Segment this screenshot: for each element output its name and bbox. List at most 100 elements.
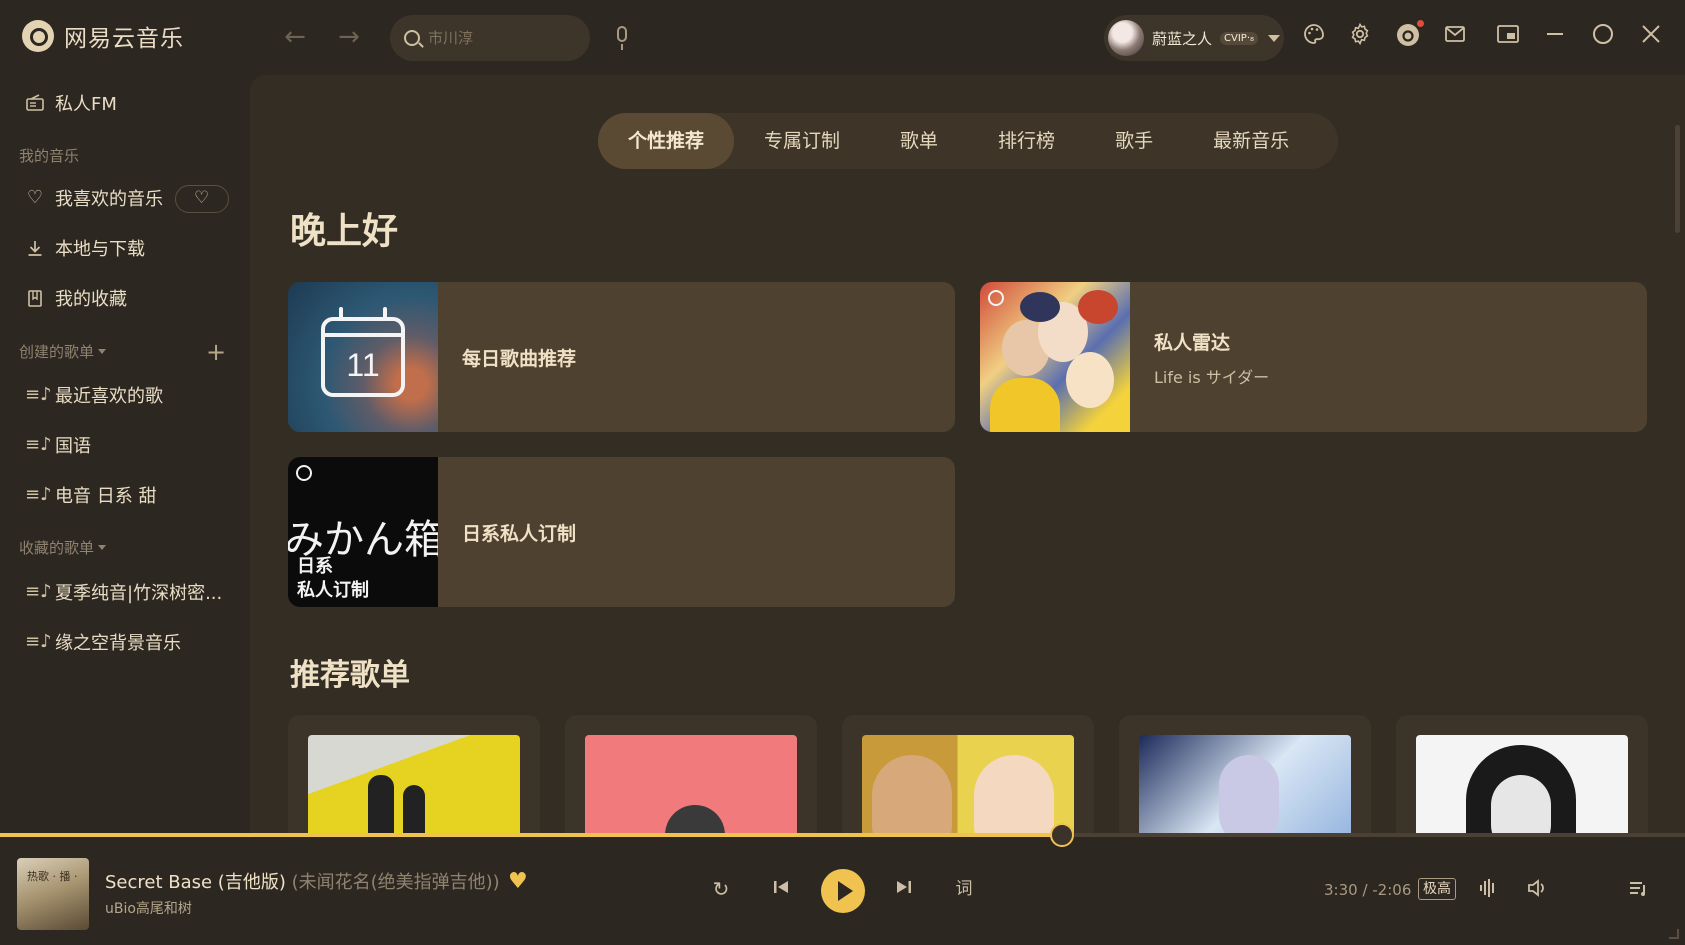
user-name: 蔚蓝之人 <box>1152 29 1213 48</box>
playback-time: 3:30 / -2:06 <box>1324 881 1412 899</box>
playlist-cover <box>862 735 1074 833</box>
sidebar-item-label: 我喜欢的音乐 <box>55 189 163 210</box>
volume-icon[interactable] <box>1524 877 1550 904</box>
playlist-cover <box>585 735 797 833</box>
arrow-right-icon[interactable]: → <box>334 22 364 52</box>
palette-icon[interactable] <box>1300 22 1328 50</box>
next-icon[interactable] <box>891 877 917 902</box>
calendar-ring <box>339 307 343 321</box>
sidebar-item-label: 国语 <box>55 436 91 457</box>
now-playing-cover[interactable]: 热歌 · 播 · <box>17 858 89 930</box>
sidebar-item-label: 缘之空背景音乐 <box>55 633 181 654</box>
close-icon[interactable] <box>1637 22 1665 50</box>
download-icon <box>25 238 45 258</box>
section-label: 创建的歌单 <box>19 343 95 361</box>
quality-button[interactable]: 极高 <box>1418 878 1456 900</box>
mic-stand <box>621 44 623 50</box>
main-content: 个性推荐 专属订制 歌单 排行榜 歌手 最新音乐 晚上好 11 每日歌曲推荐 私… <box>250 75 1685 833</box>
cover-art-shape <box>872 755 952 833</box>
sidebar-item-liked[interactable]: ♡ 我喜欢的音乐 <box>25 183 163 213</box>
search-icon <box>404 30 420 46</box>
sidebar-playlist-item[interactable]: ≡♪ 缘之空背景音乐 <box>25 627 181 657</box>
cover-art-shape <box>1078 290 1118 324</box>
mini-player-icon[interactable] <box>1494 22 1522 50</box>
repeat-icon[interactable]: ↻ <box>708 877 734 901</box>
progress-handle[interactable] <box>1050 823 1074 847</box>
card-title: 日系私人订制 <box>462 523 577 545</box>
sidebar-playlist-item[interactable]: ≡♪ 国语 <box>25 430 91 460</box>
search-input[interactable] <box>428 29 568 47</box>
previous-icon[interactable] <box>768 877 794 902</box>
playlist-icon: ≡♪ <box>25 484 52 505</box>
song-artist[interactable]: uBio高尾和树 <box>105 898 192 918</box>
avatar[interactable] <box>1108 20 1144 56</box>
sidebar-item-label: 我的收藏 <box>55 289 127 310</box>
microphone-icon[interactable] <box>612 24 632 52</box>
vip-badge: CVIP·₈ <box>1220 31 1259 45</box>
sidebar-item-fm[interactable]: 私人FM <box>25 88 117 118</box>
sidebar-item-collection[interactable]: 我的收藏 <box>25 283 127 313</box>
japanese-custom-cover: みかん箱 日系 私人订制 <box>288 457 438 607</box>
greeting-title: 晚上好 <box>290 211 399 252</box>
maximize-icon[interactable] <box>1589 22 1617 50</box>
private-radar-card[interactable]: 私人雷达 Life is サイダー <box>980 282 1647 432</box>
user-menu[interactable]: 蔚蓝之人 CVIP·₈ <box>1104 15 1284 61</box>
calendar-day: 11 <box>346 347 380 383</box>
progress-bar[interactable] <box>0 823 1685 847</box>
daily-recommend-card[interactable]: 11 每日歌曲推荐 <box>288 282 955 432</box>
tab-exclusive[interactable]: 专属订制 <box>734 113 870 169</box>
netease-logo-icon <box>22 20 54 52</box>
minimize-icon[interactable] <box>1541 22 1569 50</box>
sidebar-playlist-item[interactable]: ≡♪ 最近喜欢的歌 <box>25 380 163 410</box>
tab-artists[interactable]: 歌手 <box>1085 113 1183 169</box>
created-playlists-section[interactable]: 创建的歌单 <box>19 341 107 362</box>
playlist-card[interactable] <box>842 715 1094 833</box>
play-button[interactable] <box>821 869 865 913</box>
cover-art-shape <box>974 755 1054 833</box>
playlist-card[interactable] <box>1396 715 1648 833</box>
chevron-down-icon[interactable] <box>1268 34 1281 42</box>
cover-art-shape <box>1491 775 1551 833</box>
playlist-queue-icon[interactable] <box>1625 877 1651 904</box>
cover-art-shape <box>368 775 394 833</box>
playlist-card[interactable] <box>288 715 540 833</box>
tab-recommend[interactable]: 个性推荐 <box>598 113 735 169</box>
cover-art-shape <box>665 805 725 833</box>
heartbeat-mode-button[interactable] <box>175 185 229 213</box>
tab-new-music[interactable]: 最新音乐 <box>1183 113 1319 169</box>
tab-playlists[interactable]: 歌单 <box>870 113 968 169</box>
japanese-custom-card[interactable]: みかん箱 日系 私人订制 日系私人订制 <box>288 457 955 607</box>
playlist-card[interactable] <box>565 715 817 833</box>
gear-icon[interactable] <box>1346 22 1374 50</box>
notification-dot <box>1417 20 1424 27</box>
section-label: 收藏的歌单 <box>19 539 95 557</box>
search-box[interactable] <box>390 15 590 61</box>
app-logo[interactable]: 网易云音乐 <box>22 19 184 53</box>
card-subtitle: Life is サイダー <box>1154 368 1270 387</box>
cover-art-shape <box>1219 755 1279 833</box>
collected-playlists-section[interactable]: 收藏的歌单 <box>19 537 107 558</box>
sidebar-item-download[interactable]: 本地与下载 <box>25 233 145 263</box>
netease-coin-icon[interactable] <box>1394 20 1424 50</box>
heart-filled-icon[interactable]: ♥ <box>508 869 528 894</box>
tab-charts[interactable]: 排行榜 <box>968 113 1085 169</box>
mic-head <box>617 26 627 42</box>
cover-art-shape <box>1066 352 1114 408</box>
resize-grip[interactable] <box>1669 929 1679 939</box>
scrollbar[interactable] <box>1675 125 1680 233</box>
cover-text: 热歌 · 播 · <box>27 870 78 883</box>
lyrics-button[interactable]: 词 <box>951 877 977 901</box>
add-playlist-icon[interactable]: + <box>206 340 226 364</box>
cover-art-shape <box>990 378 1060 432</box>
chevron-down-icon <box>98 349 107 354</box>
song-title-line[interactable]: Secret Base (吉他版) (未闻花名(绝美指弹吉他)) <box>105 868 500 894</box>
arrow-left-icon[interactable]: ← <box>280 22 310 52</box>
playlist-icon: ≡♪ <box>25 631 52 652</box>
mail-icon[interactable] <box>1441 22 1469 50</box>
sidebar-item-label: 电音 日系 甜 <box>55 486 157 507</box>
playlist-cover <box>1139 735 1351 833</box>
sound-effect-icon[interactable] <box>1475 877 1501 904</box>
sidebar-playlist-item[interactable]: ≡♪ 电音 日系 甜 <box>25 480 156 510</box>
sidebar-playlist-item[interactable]: ≡♪ 夏季纯音|竹深树密... <box>25 577 222 607</box>
playlist-card[interactable] <box>1119 715 1371 833</box>
